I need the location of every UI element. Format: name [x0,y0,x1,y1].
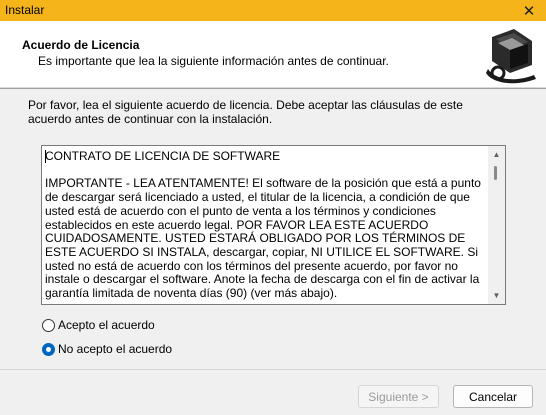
radio-accept-circle[interactable] [42,318,55,332]
next-button[interactable]: Siguiente > [358,385,439,408]
intro-line-1: Por favor, lea el siguiente acuerdo de l… [28,98,463,112]
close-icon[interactable]: ✕ [512,0,546,21]
scroll-thumb[interactable] [494,166,497,180]
intro-text: Por favor, lea el siguiente acuerdo de l… [28,98,498,126]
scroll-up-icon[interactable]: ▲ [488,146,505,163]
license-page: Por favor, lea el siguiente acuerdo de l… [0,89,546,369]
license-textbox[interactable]: CONTRATO DE LICENCIA DE SOFTWARE IMPORTA… [41,145,506,305]
license-text: CONTRATO DE LICENCIA DE SOFTWARE IMPORTA… [45,149,485,304]
page-subtitle: Es importante que lea la siguiente infor… [38,54,389,68]
cancel-button[interactable]: Cancelar [453,385,533,408]
intro-line-2: acuerdo antes de continuar con la instal… [28,112,273,126]
window-title: Instalar [5,3,45,17]
installer-computer-icon [485,26,539,84]
radio-decline-circle[interactable] [42,342,55,356]
license-body: IMPORTANTE - LEA ATENTAMENTE! El softwar… [45,176,481,301]
radio-decline-label[interactable]: No acepto el acuerdo [58,342,172,356]
radio-accept-label[interactable]: Acepto el acuerdo [58,318,155,332]
wizard-header: Acuerdo de Licencia Es importante que le… [0,21,546,88]
radio-decline[interactable]: No acepto el acuerdo [42,342,172,356]
page-title: Acuerdo de Licencia [22,38,140,52]
wizard-footer: Siguiente > Cancelar [0,369,546,415]
license-title: CONTRATO DE LICENCIA DE SOFTWARE [45,149,281,163]
license-scrollbar[interactable]: ▲ ▼ [488,146,505,304]
scroll-down-icon[interactable]: ▼ [488,287,505,304]
radio-accept[interactable]: Acepto el acuerdo [42,318,155,332]
title-bar: Instalar ✕ [0,0,546,21]
text-caret [45,150,46,163]
